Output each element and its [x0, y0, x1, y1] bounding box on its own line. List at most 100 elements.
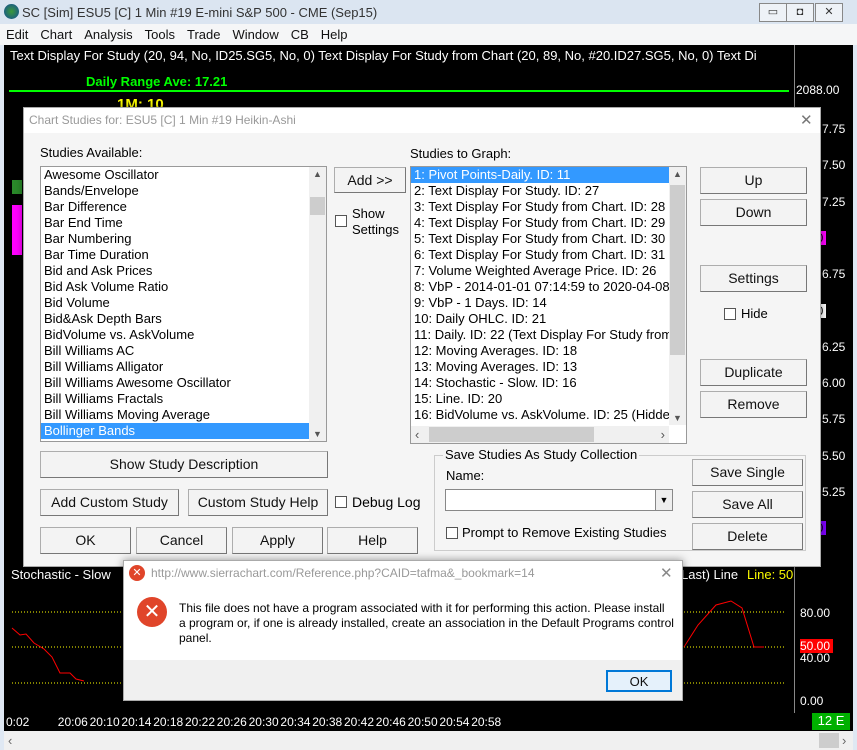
close-icon[interactable]: ✕ [800, 111, 813, 129]
graph-study-item[interactable]: 2: Text Display For Study. ID: 27 [411, 183, 669, 199]
time-label: 20:30 [248, 715, 279, 729]
scroll-up-icon[interactable]: ▲ [673, 169, 682, 179]
graph-study-item[interactable]: 5: Text Display For Study from Chart. ID… [411, 231, 669, 247]
available-study-item[interactable]: Awesome Oscillator [41, 167, 326, 183]
duplicate-button[interactable]: Duplicate [700, 359, 807, 386]
price-label: 2088.00 [796, 83, 840, 97]
available-study-item[interactable]: Bill Williams Moving Average [41, 407, 326, 423]
debug-log-label: Debug Log [352, 494, 421, 510]
menu-edit[interactable]: Edit [0, 24, 34, 42]
time-label: 20:22 [185, 715, 216, 729]
graph-study-item[interactable]: 8: VbP - 2014-01-01 07:14:59 to 2020-04-… [411, 279, 669, 295]
graph-list-vscrollbar[interactable]: ▲ ▼ [669, 167, 686, 425]
menu-window[interactable]: Window [226, 24, 284, 42]
graph-study-item[interactable]: 1: Pivot Points-Daily. ID: 11 [411, 167, 669, 183]
graph-study-item[interactable]: 12: Moving Averages. ID: 18 [411, 343, 669, 359]
custom-study-help-button[interactable]: Custom Study Help [188, 489, 328, 516]
graph-study-item[interactable]: 9: VbP - 1 Days. ID: 14 [411, 295, 669, 311]
available-study-item[interactable]: Bill Williams Fractals [41, 391, 326, 407]
save-all-button[interactable]: Save All [692, 491, 803, 518]
available-study-item[interactable]: Bid Volume [41, 295, 326, 311]
available-study-item[interactable]: Bar Time Duration [41, 247, 326, 263]
available-study-item[interactable]: Bar Numbering [41, 231, 326, 247]
studies-available-list[interactable]: Awesome Oscillator Bands/Envelope Bar Diff… [40, 166, 327, 442]
graph-study-item[interactable]: 14: Stochastic - Slow. ID: 16 [411, 375, 669, 391]
scroll-thumb[interactable] [429, 427, 594, 442]
scroll-down-icon[interactable]: ▼ [313, 429, 322, 439]
graph-study-item[interactable]: 11: Daily. ID: 22 (Text Display For Stud… [411, 327, 669, 343]
remove-button[interactable]: Remove [700, 391, 807, 418]
scroll-right-icon[interactable]: › [661, 427, 665, 442]
graph-study-item[interactable]: 6: Text Display For Study from Chart. ID… [411, 247, 669, 263]
available-study-item[interactable]: Bill Williams Awesome Oscillator [41, 375, 326, 391]
error-message: This file does not have a program associ… [179, 601, 674, 645]
stochastic-line-left [11, 627, 85, 682]
graph-study-item[interactable]: 10: Daily OHLC. ID: 21 [411, 311, 669, 327]
dropdown-arrow-icon[interactable]: ▼ [655, 490, 672, 510]
available-study-item[interactable]: Bid Ask Volume Ratio [41, 279, 326, 295]
window-title: SC [Sim] ESU5 [C] 1 Min #19 E-mini S&P 5… [22, 5, 378, 20]
graph-study-item[interactable]: 16: BidVolume vs. AskVolume. ID: 25 (Hid… [411, 407, 669, 423]
close-icon[interactable]: ✕ [660, 564, 673, 582]
add-custom-study-button[interactable]: Add Custom Study [40, 489, 179, 516]
menu-analysis[interactable]: Analysis [78, 24, 138, 42]
debug-log-checkbox[interactable] [335, 496, 347, 508]
scroll-thumb[interactable] [819, 733, 839, 748]
available-study-item[interactable]: Bar End Time [41, 215, 326, 231]
delete-button[interactable]: Delete [692, 523, 803, 550]
ok-button[interactable]: OK [40, 527, 131, 554]
available-study-item[interactable]: Bid&Ask Depth Bars [41, 311, 326, 327]
chart-horizontal-scrollbar[interactable]: ‹ › [4, 731, 853, 750]
graph-study-item[interactable]: 13: Moving Averages. ID: 13 [411, 359, 669, 375]
cancel-button[interactable]: Cancel [136, 527, 227, 554]
available-study-item[interactable]: Bar Difference [41, 199, 326, 215]
error-ok-button[interactable]: OK [606, 670, 672, 692]
graph-study-item[interactable]: 3: Text Display For Study from Chart. ID… [411, 199, 669, 215]
scroll-down-icon[interactable]: ▼ [673, 413, 682, 423]
time-label: 0:02 [6, 715, 30, 729]
scroll-thumb[interactable] [670, 185, 685, 355]
show-settings-label: Show Settings [352, 206, 399, 237]
apply-button[interactable]: Apply [232, 527, 323, 554]
add-study-button[interactable]: Add >> [334, 167, 406, 193]
restore-button[interactable]: ◘ [786, 3, 814, 22]
available-list-scrollbar[interactable]: ▲ ▼ [309, 167, 326, 441]
save-single-button[interactable]: Save Single [692, 459, 803, 486]
minimize-button[interactable]: ▭ [759, 3, 787, 22]
available-study-item[interactable]: Bollinger Bands [41, 423, 326, 439]
menu-trade[interactable]: Trade [181, 24, 226, 42]
scroll-left-icon[interactable]: ‹ [415, 427, 419, 442]
graph-study-item[interactable]: 4: Text Display For Study from Chart. ID… [411, 215, 669, 231]
help-button[interactable]: Help [327, 527, 418, 554]
graph-study-item[interactable]: 15: Line. ID: 20 [411, 391, 669, 407]
available-study-item[interactable]: Bid and Ask Prices [41, 263, 326, 279]
scroll-up-icon[interactable]: ▲ [313, 169, 322, 179]
error-small-icon: ✕ [129, 565, 145, 581]
menu-tools[interactable]: Tools [139, 24, 181, 42]
menu-help[interactable]: Help [315, 24, 354, 42]
menu-chart[interactable]: Chart [34, 24, 78, 42]
collection-name-combobox[interactable]: ▼ [445, 489, 673, 511]
time-label: 20:06 [57, 715, 88, 729]
scroll-right-icon[interactable]: › [842, 733, 846, 748]
available-study-item[interactable]: Bill Williams AC [41, 343, 326, 359]
available-study-item[interactable]: BidVolume vs. AskVolume [41, 327, 326, 343]
available-study-item[interactable]: Bands/Envelope [41, 183, 326, 199]
error-icon: ✕ [137, 597, 167, 627]
scroll-left-icon[interactable]: ‹ [8, 733, 12, 748]
studies-to-graph-list[interactable]: 1: Pivot Points-Daily. ID: 11 2: Text Dis… [410, 166, 687, 444]
up-button[interactable]: Up [700, 167, 807, 194]
show-study-description-button[interactable]: Show Study Description [40, 451, 328, 478]
menu-cb[interactable]: CB [285, 24, 315, 42]
settings-button[interactable]: Settings [700, 265, 807, 292]
close-button[interactable]: ✕ [815, 3, 843, 22]
show-settings-checkbox[interactable] [335, 215, 347, 227]
available-study-item[interactable]: Bill Williams Alligator [41, 359, 326, 375]
prompt-remove-checkbox[interactable] [446, 527, 458, 539]
graph-list-hscrollbar[interactable]: ‹ › [411, 426, 669, 443]
hide-checkbox[interactable] [724, 308, 736, 320]
dialog-title-bar: Chart Studies for: ESU5 [C] 1 Min #19 He… [24, 108, 820, 133]
scroll-thumb[interactable] [310, 197, 325, 215]
graph-study-item[interactable]: 7: Volume Weighted Average Price. ID: 26 [411, 263, 669, 279]
down-button[interactable]: Down [700, 199, 807, 226]
